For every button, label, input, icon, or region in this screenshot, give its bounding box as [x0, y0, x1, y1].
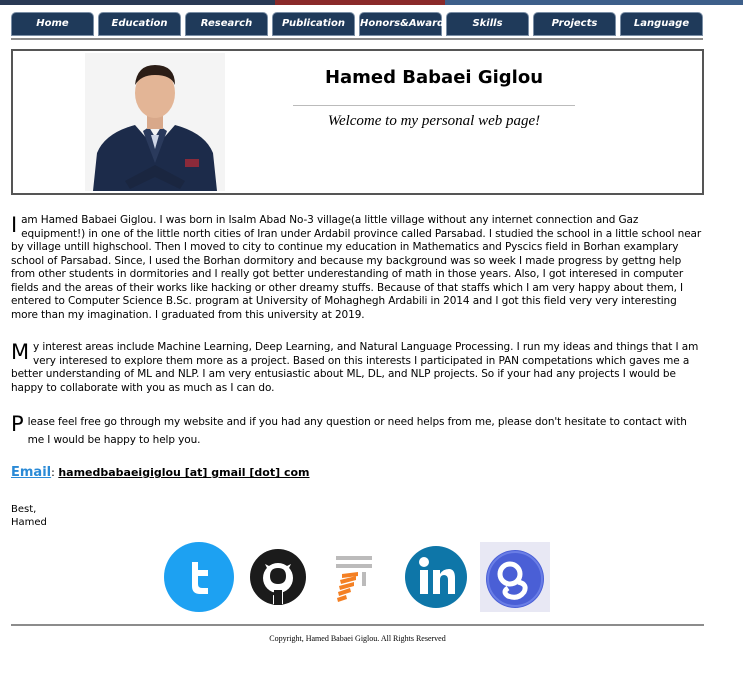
bio-paragraph-2: My interest areas include Machine Learni… [11, 341, 703, 395]
profile-header: Hamed Babaei Giglou Welcome to my person… [11, 49, 704, 195]
drop-cap: M [11, 340, 30, 364]
banner-segment [275, 0, 445, 5]
page-title: Hamed Babaei Giglou [324, 67, 544, 88]
banner-segment [445, 0, 743, 5]
welcome-text: Welcome to my personal web page! [327, 113, 541, 129]
bio-paragraph-3: Please feel free go through my website a… [11, 413, 703, 449]
twitter-icon[interactable] [164, 542, 234, 612]
stackoverflow-icon[interactable] [322, 542, 392, 612]
nav-item-research[interactable]: Research [185, 12, 268, 36]
copyright: Copyright, Hamed Babaei Giglou. All Righ… [269, 634, 446, 643]
contact-email: Email: hamedbabaeigiglou [at] gmail [dot… [11, 465, 310, 480]
google-scholar-icon[interactable] [480, 542, 550, 612]
nav-divider [11, 38, 703, 40]
bio-paragraph-1: Iam Hamed Babaei Giglou. I was born in I… [11, 214, 703, 322]
github-icon[interactable] [243, 542, 313, 612]
drop-cap: P [11, 412, 24, 436]
drop-cap: I [11, 213, 18, 237]
email-address[interactable]: hamedbabaeigiglou [at] gmail [dot] com [58, 466, 309, 479]
signature-greeting: Best, [11, 504, 37, 515]
profile-photo [85, 53, 225, 191]
title-divider [293, 105, 575, 106]
nav-item-skills[interactable]: Skills [446, 12, 529, 36]
linkedin-icon[interactable] [401, 542, 471, 612]
nav-item-home[interactable]: Home [11, 12, 94, 36]
email-link[interactable]: Email [11, 465, 51, 480]
top-banner-strip [0, 0, 743, 5]
nav-item-projects[interactable]: Projects [533, 12, 616, 36]
paragraph-text: y interest areas include Machine Learnin… [11, 341, 699, 394]
footer-divider [11, 624, 704, 626]
nav-item-education[interactable]: Education [98, 12, 181, 36]
nav-item-publication[interactable]: Publication [272, 12, 355, 36]
paragraph-text: am Hamed Babaei Giglou. I was born in Is… [11, 214, 702, 321]
main-nav: Home Education Research Publication Hono… [11, 12, 703, 36]
nav-item-honors-awards[interactable]: Honors&Awards [359, 12, 450, 36]
signature-name: Hamed [11, 517, 47, 528]
signature: Best, Hamed [11, 503, 47, 529]
paragraph-text: lease feel free go through my website an… [27, 416, 687, 446]
nav-item-language[interactable]: Language [620, 12, 703, 36]
banner-segment [0, 0, 275, 5]
